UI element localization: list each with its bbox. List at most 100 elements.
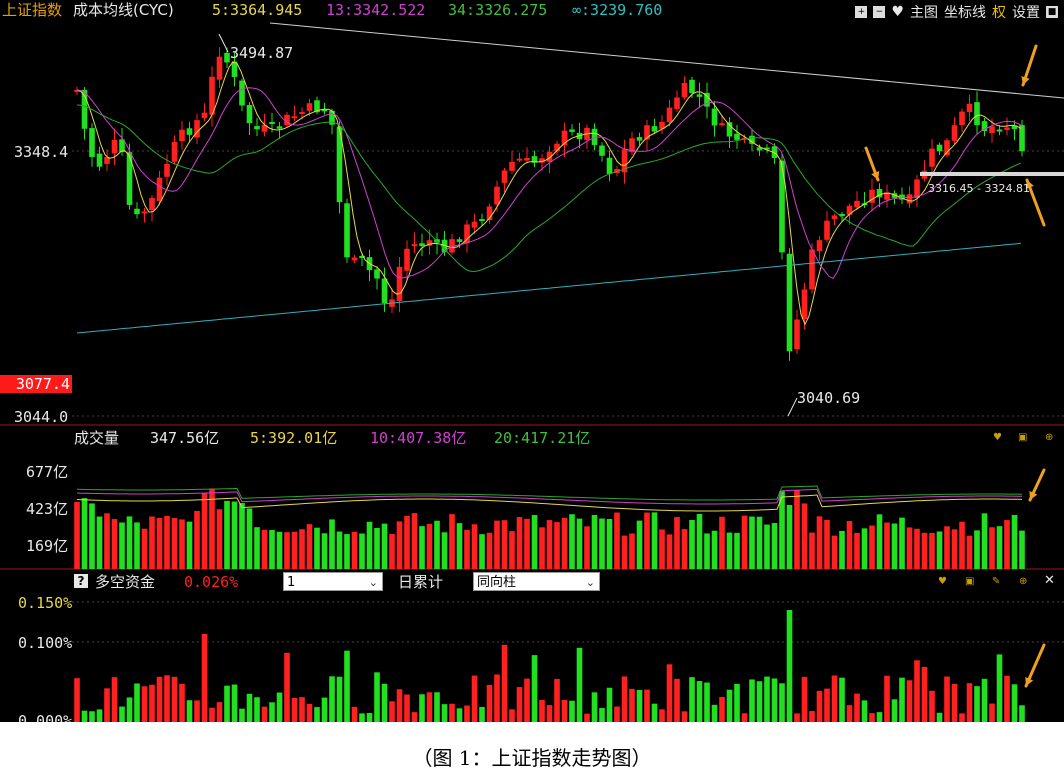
volume-y-mid: 423亿: [26, 500, 69, 518]
mode-select[interactable]: 同向柱 ⌄: [473, 572, 600, 591]
capital-pin-icon[interactable]: ✎: [992, 576, 1000, 587]
volume-bar: [576, 518, 583, 569]
capital-bar: [329, 676, 335, 722]
capital-bar: [584, 713, 590, 722]
capital-bar: [126, 697, 133, 722]
candle-body: [306, 103, 313, 111]
capital-bar: [441, 704, 448, 722]
candle-body: [254, 126, 260, 130]
capital-zoom-icon[interactable]: ⊕: [1019, 576, 1027, 587]
capital-bar: [186, 700, 193, 722]
volume-bar: [801, 503, 808, 569]
candle-body: [936, 144, 943, 152]
capital-bar: [501, 644, 508, 722]
volume-bar: [704, 533, 710, 569]
zoom-out-button[interactable]: −: [873, 6, 886, 18]
candle-body: [89, 128, 95, 157]
volume-bar: [599, 518, 605, 569]
volume-bar: [471, 524, 478, 569]
volume-ma5: 5:392.01亿: [250, 429, 338, 447]
volume-bar: [1019, 530, 1025, 569]
candle-body: [276, 126, 283, 129]
capital-bar: [216, 702, 223, 722]
candle-body: [456, 239, 463, 242]
capital-bar: [224, 685, 230, 722]
capital-bar: [374, 672, 380, 722]
stock-chart: 上证指数 成本均线(CYC) 5:3364.945 13:3342.522 34…: [0, 0, 1064, 722]
volume-bar: [996, 526, 1003, 569]
capital-bar: [854, 693, 860, 722]
capital-bar: [179, 683, 185, 722]
capital-bar: [389, 701, 395, 722]
capital-bar: [171, 676, 178, 722]
period-select[interactable]: 1 ⌄: [283, 572, 383, 591]
mode-select-value: 同向柱: [477, 575, 517, 590]
capital-bar: [704, 682, 710, 722]
capital-bar: [164, 675, 170, 722]
help-icon[interactable]: ?: [74, 574, 88, 588]
volume-bar: [119, 522, 125, 569]
maximize-icon[interactable]: ■: [1046, 6, 1058, 18]
candle-body: [239, 80, 245, 106]
volume-settings-icon[interactable]: ▣: [1018, 432, 1027, 443]
candle-body: [269, 121, 275, 124]
volume-bar: [981, 513, 988, 569]
capital-bar: [554, 679, 560, 722]
trend-line: [269, 22, 1064, 99]
volume-heart-icon[interactable]: ♥: [993, 432, 1002, 443]
capital-settings-icon[interactable]: ▣: [965, 576, 974, 587]
heart-icon[interactable]: ♥: [891, 4, 904, 20]
candle-body: [246, 105, 253, 124]
volume-bar: [831, 535, 838, 569]
volume-zoom-icon[interactable]: ⊕: [1045, 432, 1053, 443]
capital-bar: [1011, 684, 1018, 722]
capital-bar: [809, 711, 815, 722]
candle-body: [606, 157, 613, 174]
volume-bar: [606, 518, 613, 569]
zoom-in-button[interactable]: +: [855, 6, 868, 18]
capital-heart-icon[interactable]: ♥: [938, 576, 947, 587]
candle-body: [404, 248, 410, 271]
volume-bar: [659, 529, 665, 569]
candle-body: [516, 158, 523, 161]
volume-bar: [614, 512, 620, 569]
candle-body: [734, 133, 740, 140]
capital-bar: [989, 703, 995, 722]
candle-body: [111, 139, 118, 154]
ma-inf-label: ∞:3239.760: [572, 1, 663, 19]
capital-bar: [96, 709, 103, 722]
capital-bar: [756, 681, 763, 722]
volume-bar: [846, 521, 853, 569]
capital-bar: [464, 705, 470, 722]
candle-body: [1004, 127, 1010, 130]
volume-bar: [906, 527, 913, 569]
candle-body: [779, 160, 785, 253]
volume-bar: [711, 530, 718, 569]
rights-button[interactable]: 权: [992, 2, 1006, 22]
close-icon[interactable]: ✕: [1044, 572, 1055, 590]
volume-bar: [944, 526, 950, 569]
settings-button[interactable]: 设置: [1012, 2, 1040, 22]
volume-bar: [306, 524, 313, 569]
candle-body: [666, 107, 673, 123]
volume-bar: [929, 532, 935, 569]
volume-value: 347.56亿: [150, 429, 220, 447]
volume-bar: [141, 528, 148, 569]
volume-y-low: 169亿: [26, 537, 69, 555]
main-chart-button[interactable]: 主图: [910, 2, 938, 22]
axis-line-button[interactable]: 坐标线: [944, 2, 986, 22]
volume-bar: [456, 523, 463, 569]
capital-bar: [201, 634, 208, 722]
low-pointer: [787, 397, 798, 417]
capital-bar: [449, 703, 455, 722]
capital-bar: [531, 655, 538, 722]
capital-bar: [824, 688, 830, 722]
candle-body: [299, 111, 305, 114]
volume-bar: [771, 523, 778, 569]
candle-body: [171, 141, 178, 162]
candle-body: [816, 240, 823, 252]
volume-bar: [486, 532, 493, 569]
capital-bar: [914, 660, 920, 722]
volume-bar: [186, 521, 193, 569]
current-price-tag: 3077.4: [0, 375, 72, 393]
